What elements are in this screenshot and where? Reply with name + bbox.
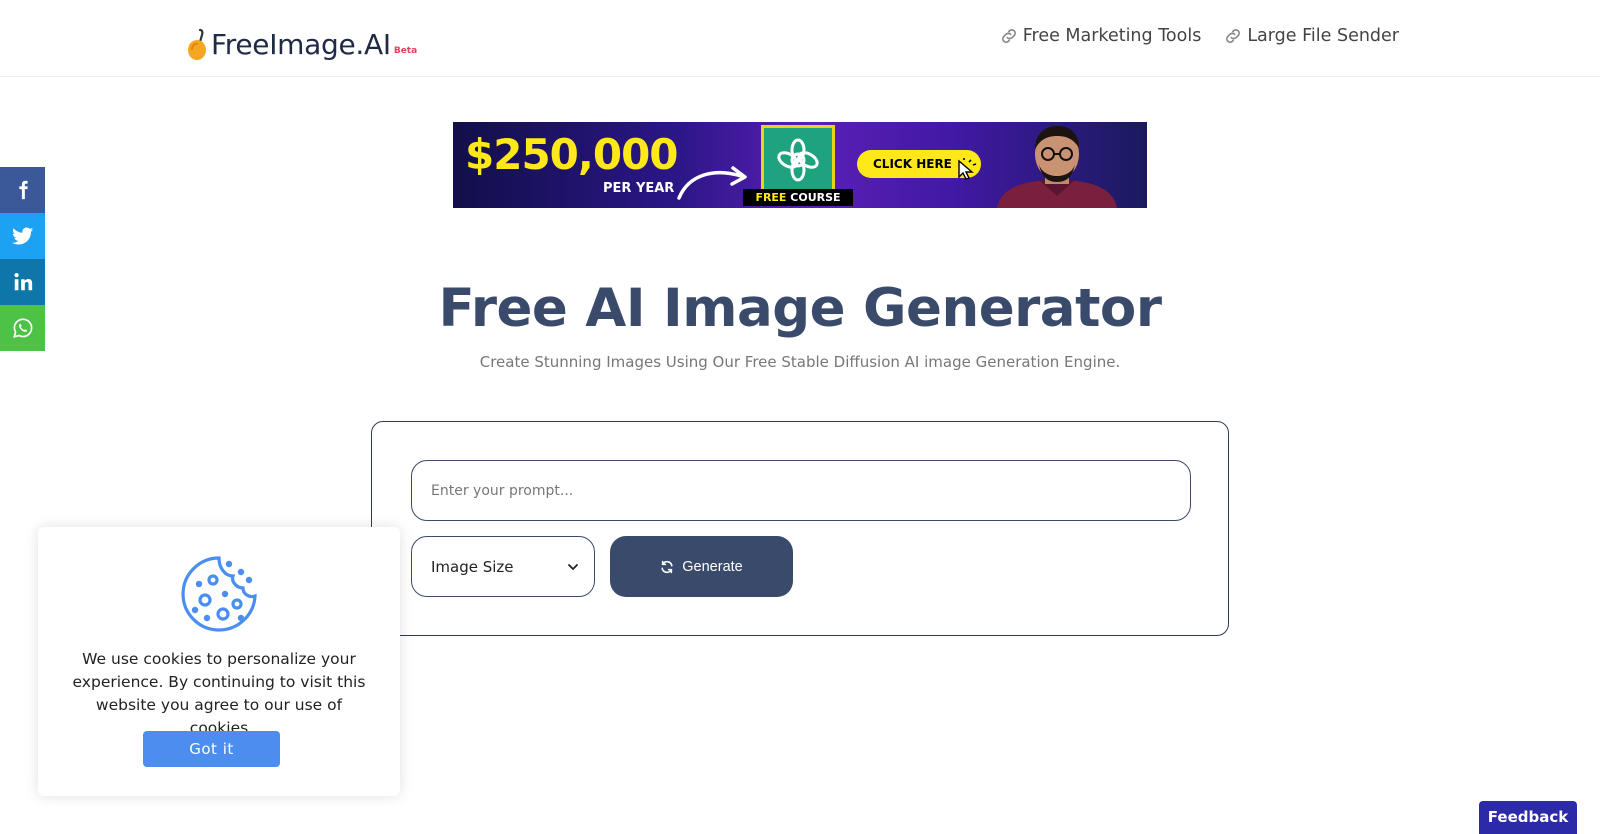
cookie-accept-button[interactable]: Got it [143, 731, 280, 767]
refresh-icon [661, 560, 673, 573]
nav-free-marketing-tools[interactable]: Free Marketing Tools [999, 26, 1202, 46]
facebook-icon [18, 180, 28, 200]
logo-text: FreeImage.AI [211, 28, 391, 61]
image-size-select[interactable]: Image Size [411, 536, 595, 597]
facebook-share-button[interactable] [0, 167, 45, 213]
brush-logo-icon [188, 28, 206, 60]
beta-badge: Beta [393, 46, 418, 56]
site-logo[interactable]: FreeImage.AI Beta [186, 22, 417, 62]
feedback-button[interactable]: Feedback [1479, 801, 1577, 834]
cookie-message: We use cookies to personalize your exper… [72, 650, 366, 737]
chevron-down-icon [568, 563, 578, 570]
generator-card: Image Size Generate [371, 421, 1229, 636]
cookie-icon [181, 556, 257, 632]
twitter-icon [11, 227, 33, 245]
generate-button[interactable]: Generate [610, 536, 793, 597]
top-nav: Free Marketing Tools Large File Sender [999, 26, 1399, 46]
openai-logo-icon [761, 125, 835, 195]
ad-banner[interactable]: $250,000 PER YEAR FREE COURSE CLICK HERE [453, 122, 1147, 208]
nav-link-label: Free Marketing Tools [1022, 26, 1202, 46]
presenter-photo [997, 126, 1117, 208]
prompt-input[interactable] [411, 460, 1191, 521]
generate-button-label: Generate [682, 558, 743, 575]
nav-link-label: Large File Sender [1247, 26, 1399, 46]
site-header: FreeImage.AI Beta Free Marketing Tools L… [0, 0, 1600, 77]
nav-large-file-sender[interactable]: Large File Sender [1223, 26, 1399, 46]
link-icon [1001, 29, 1016, 43]
cursor-click-icon [958, 158, 977, 180]
image-size-selected: Image Size [431, 557, 514, 576]
banner-course-label: FREE COURSE [743, 189, 853, 206]
cookie-consent: We use cookies to personalize your exper… [38, 527, 400, 796]
banner-period: PER YEAR [603, 181, 675, 196]
link-icon [1226, 29, 1241, 43]
twitter-share-button[interactable] [0, 213, 45, 259]
page-subtitle: Create Stunning Images Using Our Free St… [479, 353, 1121, 371]
banner-amount: $250,000 [465, 130, 679, 179]
page-title: Free AI Image Generator [438, 278, 1162, 339]
